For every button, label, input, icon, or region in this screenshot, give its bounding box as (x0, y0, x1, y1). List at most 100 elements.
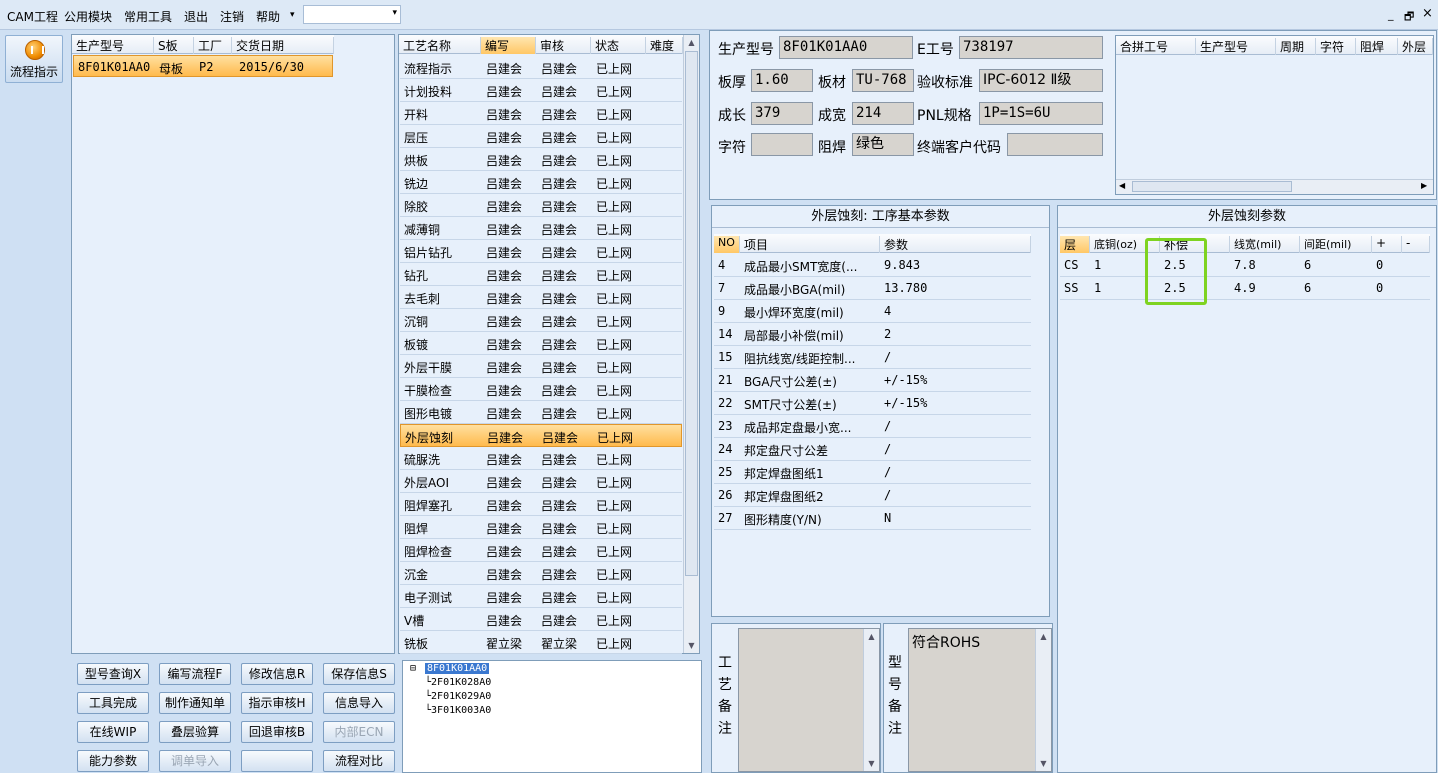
action-button[interactable]: 编写流程F (159, 663, 231, 685)
tree-child[interactable]: └2F01K028A0 (425, 677, 491, 688)
table-row[interactable]: 沉金 吕建会 吕建会 已上网 (400, 562, 682, 585)
process-notes-scrollbar[interactable]: ▲ ▼ (863, 629, 879, 771)
table-row[interactable]: 计划投料 吕建会 吕建会 已上网 (400, 79, 682, 102)
table-row[interactable]: 外层AOI 吕建会 吕建会 已上网 (400, 470, 682, 493)
table-row[interactable]: 减薄铜 吕建会 吕建会 已上网 (400, 217, 682, 240)
action-button[interactable]: 回退审核B (241, 721, 313, 743)
table-row[interactable]: 15 阻抗线宽/线距控制... / (714, 346, 1031, 369)
col-combine-cycle[interactable]: 周期 (1276, 38, 1316, 55)
field-customer[interactable] (1007, 133, 1103, 156)
table-row[interactable]: 钻孔 吕建会 吕建会 已上网 (400, 263, 682, 286)
menu-cam-project[interactable]: CAM工程 (7, 8, 58, 25)
action-button[interactable]: 叠层验算 (159, 721, 231, 743)
table-row[interactable]: 阻焊检查 吕建会 吕建会 已上网 (400, 539, 682, 562)
process-notes-textarea[interactable]: ▲ ▼ (738, 628, 880, 772)
action-button[interactable]: 型号查询X (77, 663, 149, 685)
field-standard[interactable]: IPC-6012 Ⅱ级 (979, 69, 1103, 92)
menu-common-tools[interactable]: 常用工具 (124, 8, 172, 25)
action-button[interactable]: 流程对比 (323, 750, 395, 772)
table-row[interactable]: 21 BGA尺寸公差(±) +/-15% (714, 369, 1031, 392)
scroll-right-icon[interactable]: ▶ (1421, 181, 1427, 190)
table-row[interactable]: SS 1 2.5 4.9 6 0 (1060, 277, 1430, 300)
action-button[interactable]: 工具完成 (77, 692, 149, 714)
action-button[interactable]: 指示审核H (241, 692, 313, 714)
col-combine-outer[interactable]: 外层 (1398, 38, 1433, 55)
col-combine-no[interactable]: 合拼工号 (1116, 38, 1196, 55)
table-row[interactable]: CS 1 2.5 7.8 6 0 (1060, 254, 1430, 277)
table-row[interactable]: 25 邦定焊盘图纸1 / (714, 461, 1031, 484)
col-reviewer[interactable]: 审核 (536, 37, 591, 54)
col-plus[interactable]: + (1372, 236, 1402, 253)
table-row[interactable]: 阻焊 吕建会 吕建会 已上网 (400, 516, 682, 539)
table-row[interactable]: 9 最小焊环宽度(mil) 4 (714, 300, 1031, 323)
table-row[interactable]: 沉铜 吕建会 吕建会 已上网 (400, 309, 682, 332)
table-row[interactable]: 7 成品最小BGA(mil) 13.780 (714, 277, 1031, 300)
table-row[interactable]: 图形电镀 吕建会 吕建会 已上网 (400, 401, 682, 424)
table-row[interactable]: 电子测试 吕建会 吕建会 已上网 (400, 585, 682, 608)
action-button[interactable]: 修改信息R (241, 663, 313, 685)
table-row[interactable]: 去毛刺 吕建会 吕建会 已上网 (400, 286, 682, 309)
col-s-board[interactable]: S板 (154, 37, 194, 54)
action-button[interactable]: 保存信息S (323, 663, 395, 685)
table-row[interactable]: 14 局部最小补偿(mil) 2 (714, 323, 1031, 346)
scroll-up-icon[interactable]: ▲ (865, 630, 878, 643)
menu-overflow-icon[interactable]: ▾ (290, 10, 295, 20)
col-process-name[interactable]: 工艺名称 (399, 37, 481, 54)
field-pnl[interactable]: 1P=1S=6U (979, 102, 1103, 125)
scroll-left-icon[interactable]: ◀ (1119, 181, 1125, 190)
scroll-down-icon[interactable]: ▼ (1037, 757, 1050, 770)
scroll-up-icon[interactable]: ▲ (1037, 630, 1050, 643)
table-row[interactable]: 24 邦定盘尺寸公差 / (714, 438, 1031, 461)
table-row[interactable]: 铝片钻孔 吕建会 吕建会 已上网 (400, 240, 682, 263)
table-row[interactable]: 干膜检查 吕建会 吕建会 已上网 (400, 378, 682, 401)
scroll-thumb[interactable] (1132, 181, 1292, 192)
field-legend[interactable] (751, 133, 813, 156)
model-notes-textarea[interactable]: 符合ROHS ▲ ▼ (908, 628, 1052, 772)
process-indicator-button[interactable]: 流程指示 (5, 35, 63, 83)
table-row[interactable]: 铣边 吕建会 吕建会 已上网 (400, 171, 682, 194)
table-row[interactable]: 4 成品最小SMT宽度(... 9.843 (714, 254, 1031, 277)
col-status[interactable]: 状态 (591, 37, 646, 54)
menu-common-module[interactable]: 公用模块 (64, 8, 112, 25)
col-param[interactable]: 参数 (880, 236, 1031, 253)
col-spacing[interactable]: 间距(mil) (1300, 236, 1372, 253)
table-row[interactable]: V槽 吕建会 吕建会 已上网 (400, 608, 682, 631)
col-delivery-date[interactable]: 交货日期 (232, 37, 334, 54)
table-row[interactable]: 23 成品邦定盘最小宽... / (714, 415, 1031, 438)
table-row[interactable]: 26 邦定焊盘图纸2 / (714, 484, 1031, 507)
col-model[interactable]: 生产型号 (72, 37, 154, 54)
col-difficulty[interactable]: 难度 (646, 37, 683, 54)
table-row[interactable]: 8F01K01AA0 母板 P2 2015/6/30 (73, 55, 333, 77)
field-mask[interactable]: 绿色 (852, 133, 914, 156)
action-button[interactable]: 能力参数 (77, 750, 149, 772)
scroll-down-icon[interactable]: ▼ (865, 757, 878, 770)
chevron-down-icon[interactable]: ▾ (392, 8, 397, 18)
field-material[interactable]: TU-768 (852, 69, 914, 92)
action-button[interactable]: 在线WIP (77, 721, 149, 743)
col-combine-model[interactable]: 生产型号 (1196, 38, 1276, 55)
tree-collapse-icon[interactable]: ⊟ (410, 663, 416, 674)
col-combine-legend[interactable]: 字符 (1316, 38, 1356, 55)
col-minus[interactable]: - (1402, 236, 1430, 253)
scroll-down-icon[interactable]: ▼ (685, 639, 698, 652)
col-factory[interactable]: 工厂 (194, 37, 232, 54)
table-row[interactable]: 外层干膜 吕建会 吕建会 已上网 (400, 355, 682, 378)
restore-button[interactable]: 🗗 (1404, 8, 1414, 27)
action-button[interactable]: 调单导入 (159, 750, 231, 772)
table-row[interactable]: 流程指示 吕建会 吕建会 已上网 (400, 56, 682, 79)
table-row[interactable]: 开料 吕建会 吕建会 已上网 (400, 102, 682, 125)
model-notes-scrollbar[interactable]: ▲ ▼ (1035, 629, 1051, 771)
col-item[interactable]: 项目 (740, 236, 880, 253)
table-row[interactable]: 外层蚀刻 吕建会 吕建会 已上网 (400, 424, 682, 447)
col-no[interactable]: NO (714, 236, 740, 253)
scroll-thumb[interactable] (685, 51, 698, 576)
table-row[interactable]: 板镀 吕建会 吕建会 已上网 (400, 332, 682, 355)
combine-hscrollbar[interactable]: ◀ ▶ (1116, 179, 1433, 194)
col-combine-mask[interactable]: 阻焊 (1356, 38, 1398, 55)
tree-root[interactable]: 8F01K01AA0 (425, 663, 490, 674)
menu-logout[interactable]: 注销 (220, 8, 244, 25)
table-row[interactable]: 22 SMT尺寸公差(±) +/-15% (714, 392, 1031, 415)
col-line-width[interactable]: 线宽(mil) (1230, 236, 1300, 253)
field-model[interactable]: 8F01K01AA0 (779, 36, 913, 59)
menu-exit[interactable]: 退出 (184, 8, 208, 25)
